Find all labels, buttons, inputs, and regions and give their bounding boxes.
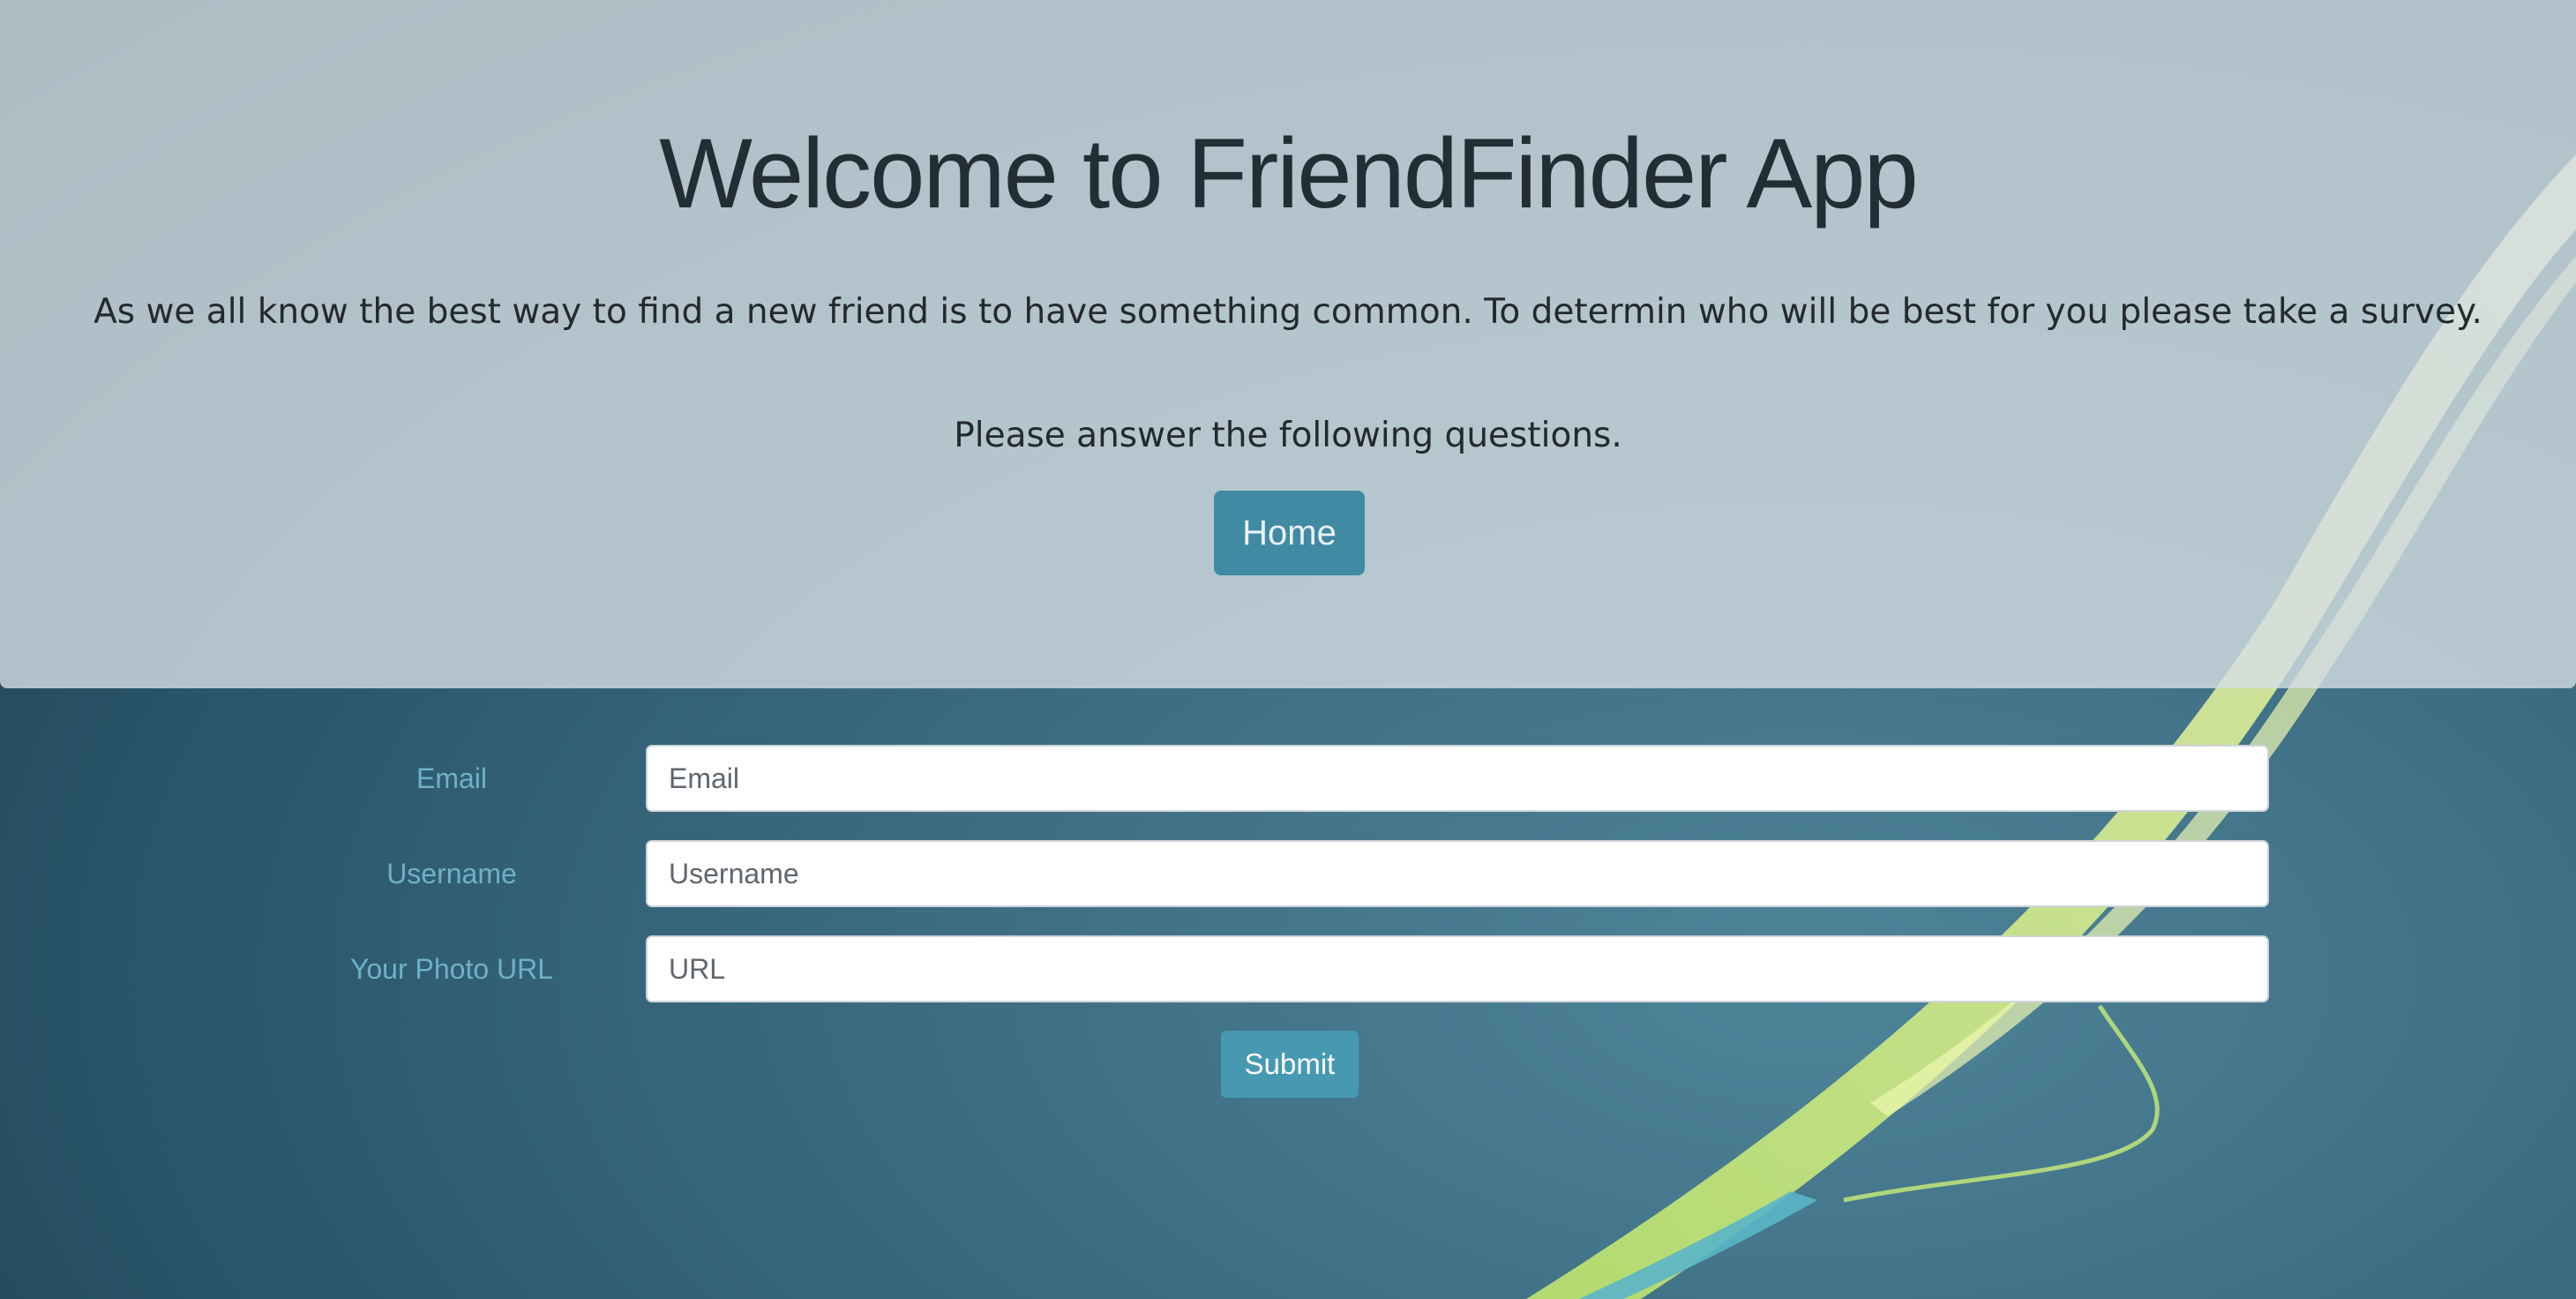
page-title: Welcome to FriendFinder App — [659, 118, 1919, 229]
photo-url-input[interactable] — [646, 935, 2269, 1002]
email-input[interactable] — [646, 745, 2269, 812]
username-input[interactable] — [646, 840, 2269, 907]
intro-text: As we all know the best way to find a ne… — [94, 292, 2482, 332]
home-button[interactable]: Home — [1214, 491, 1365, 575]
username-label: Username — [386, 858, 517, 890]
email-label: Email — [416, 762, 487, 794]
instruction-text: Please answer the following questions. — [954, 416, 1622, 455]
photo-url-label: Your Photo URL — [349, 953, 554, 985]
submit-button[interactable]: Submit — [1221, 1031, 1359, 1098]
header-panel: Welcome to FriendFinder App As we all kn… — [0, 0, 2576, 688]
